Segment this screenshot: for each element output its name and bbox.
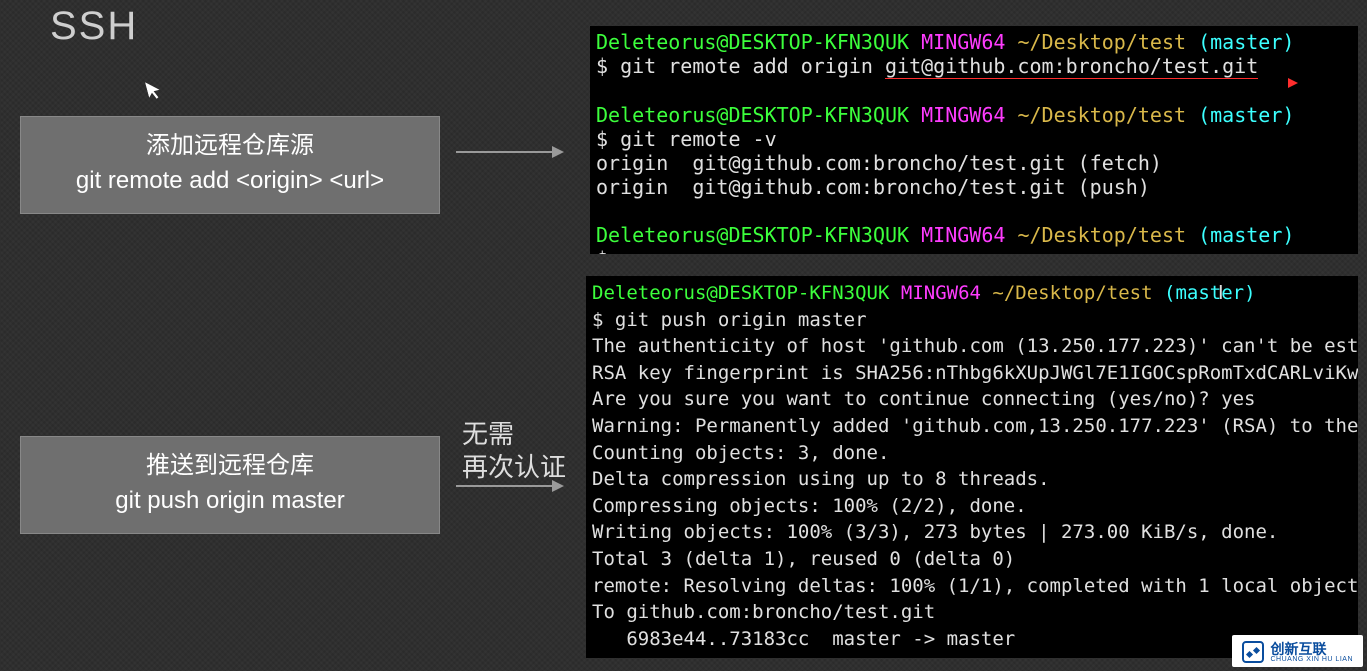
watermark-en: CHUANG XIN HU LIAN bbox=[1270, 656, 1353, 663]
arrow-right-icon bbox=[456, 144, 566, 160]
box-push-title: 推送到远程仓库 bbox=[31, 449, 429, 484]
term-line: $ git remote add origin git@github.com:b… bbox=[596, 54, 1258, 78]
term-line: RSA key fingerprint is SHA256:nThbg6kXUp… bbox=[592, 362, 1358, 384]
watermark-logo-icon bbox=[1242, 641, 1264, 663]
box-add-remote-title: 添加远程仓库源 bbox=[31, 129, 429, 164]
term-branch: (master) bbox=[1198, 103, 1294, 127]
term-path: ~/Desktop/test bbox=[1017, 103, 1186, 127]
text-cursor-icon: I bbox=[1218, 282, 1224, 305]
box-add-remote: 添加远程仓库源 git remote add <origin> <url> bbox=[20, 116, 440, 214]
term-user: Deleteorus@DESKTOP-KFN3QUK bbox=[596, 30, 909, 54]
arrow-right-icon bbox=[456, 478, 566, 494]
term-env: MINGW64 bbox=[921, 223, 1005, 247]
term-env: MINGW64 bbox=[921, 30, 1005, 54]
term-line: $ git remote -v bbox=[596, 127, 777, 151]
terminal-top: Deleteorus@DESKTOP-KFN3QUK MINGW64 ~/Des… bbox=[590, 26, 1358, 254]
side-label-line1: 无需 bbox=[462, 418, 566, 451]
box-add-remote-cmd: git remote add <origin> <url> bbox=[31, 164, 429, 199]
term-line: To github.com:broncho/test.git bbox=[592, 601, 935, 623]
terminal-bottom: Deleteorus@DESKTOP-KFN3QUK MINGW64 ~/Des… bbox=[586, 276, 1358, 658]
term-env: MINGW64 bbox=[921, 103, 1005, 127]
term-line: Compressing objects: 100% (2/2), done. bbox=[592, 495, 1027, 517]
term-line: remote: Resolving deltas: 100% (1/1), co… bbox=[592, 575, 1358, 597]
term-line: Delta compression using up to 8 threads. bbox=[592, 468, 1050, 490]
term-line: $ bbox=[596, 247, 620, 254]
box-push: 推送到远程仓库 git push origin master bbox=[20, 436, 440, 534]
term-user: Deleteorus@DESKTOP-KFN3QUK bbox=[592, 282, 889, 304]
term-branch: (master) bbox=[1198, 30, 1294, 54]
side-label: 无需 再次认证 bbox=[462, 418, 566, 483]
term-line: The authenticity of host 'github.com (13… bbox=[592, 335, 1358, 357]
watermark-cn: 创新互联 bbox=[1270, 642, 1353, 656]
mouse-cursor-icon bbox=[145, 79, 165, 107]
term-line: Counting objects: 3, done. bbox=[592, 442, 889, 464]
term-user: Deleteorus@DESKTOP-KFN3QUK bbox=[596, 103, 909, 127]
term-line: Warning: Permanently added 'github.com,1… bbox=[592, 415, 1358, 437]
term-env: MINGW64 bbox=[901, 282, 981, 304]
term-line: origin git@github.com:broncho/test.git (… bbox=[596, 175, 1150, 199]
red-arrowhead-icon bbox=[1288, 78, 1298, 88]
term-underlined-url: git@github.com:broncho/test.git bbox=[885, 54, 1258, 79]
term-line: Writing objects: 100% (3/3), 273 bytes |… bbox=[592, 521, 1278, 543]
term-path: ~/Desktop/test bbox=[1017, 223, 1186, 247]
term-path: ~/Desktop/test bbox=[992, 282, 1152, 304]
term-branch: (master) bbox=[1198, 223, 1294, 247]
box-push-cmd: git push origin master bbox=[31, 484, 429, 519]
term-user: Deleteorus@DESKTOP-KFN3QUK bbox=[596, 223, 909, 247]
term-branch: (master) bbox=[1164, 282, 1256, 304]
term-line: Are you sure you want to continue connec… bbox=[592, 388, 1255, 410]
term-line: Total 3 (delta 1), reused 0 (delta 0) bbox=[592, 548, 1015, 570]
term-line: origin git@github.com:broncho/test.git (… bbox=[596, 151, 1162, 175]
term-path: ~/Desktop/test bbox=[1017, 30, 1186, 54]
page-title: SSH bbox=[50, 4, 138, 49]
term-line: $ git push origin master bbox=[592, 309, 867, 331]
term-line: 6983e44..73183cc master -> master bbox=[592, 628, 1015, 650]
watermark: 创新互联 CHUANG XIN HU LIAN bbox=[1232, 635, 1363, 667]
